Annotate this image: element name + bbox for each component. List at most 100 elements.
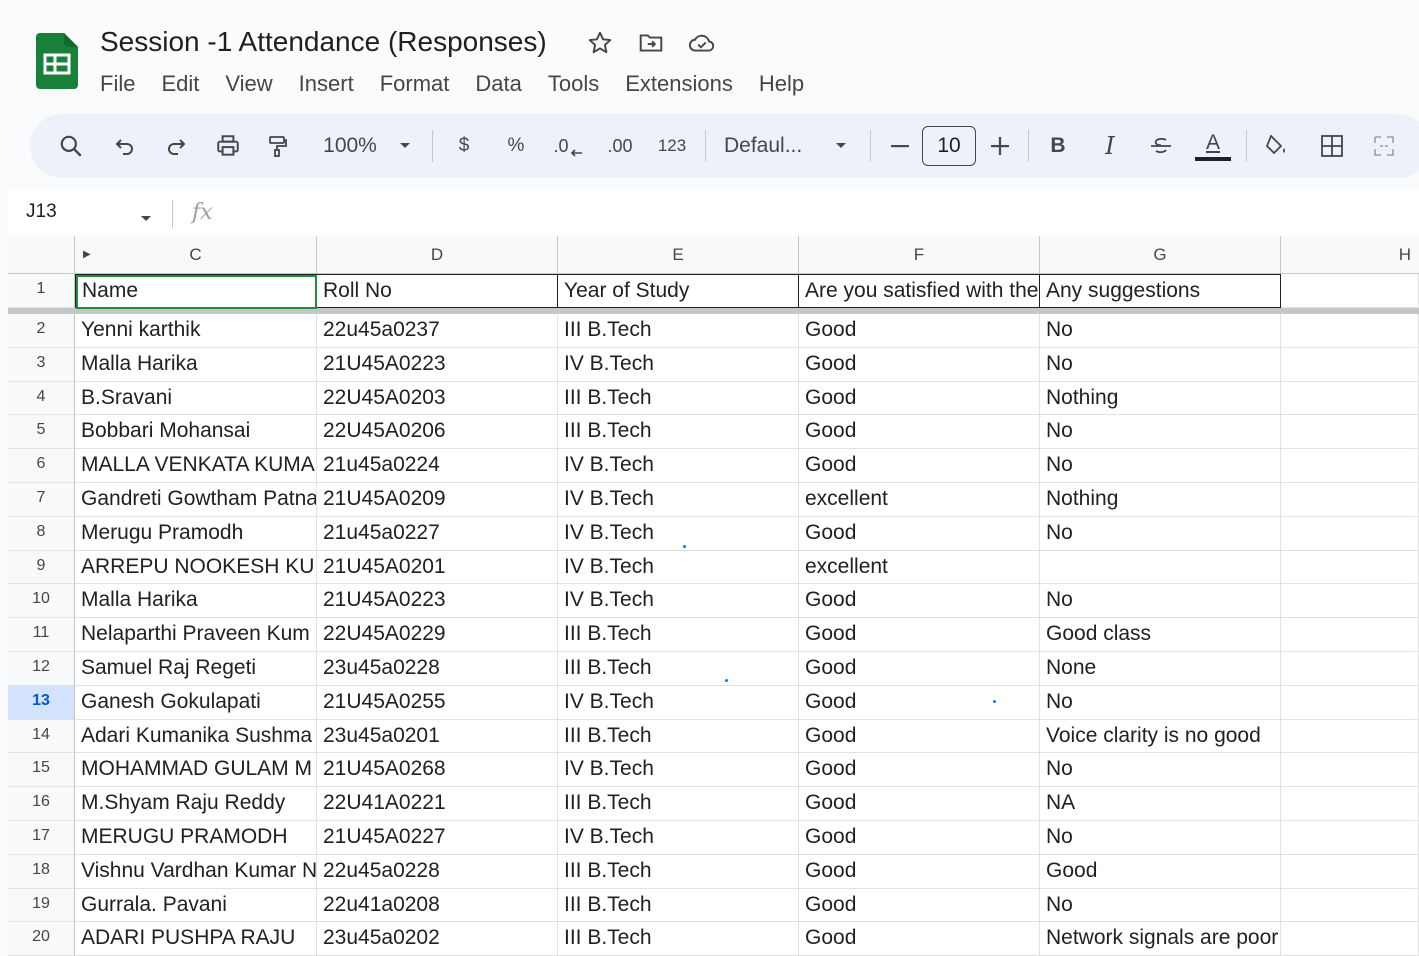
row-header[interactable]: 2 <box>8 314 75 348</box>
cell-f[interactable]: excellent <box>799 483 1040 517</box>
number-format-button[interactable]: 123 <box>652 114 692 178</box>
cell-f[interactable]: Good <box>799 516 1040 551</box>
strikethrough-icon[interactable] <box>1146 114 1176 178</box>
menu-edit[interactable]: Edit <box>161 70 199 98</box>
cell-d[interactable]: 21U45A0255 <box>317 685 558 720</box>
cell-c[interactable]: ARREPU NOOKESH KU <box>75 550 317 585</box>
cell-d[interactable]: 21U45A0209 <box>317 483 558 517</box>
cell-e[interactable]: III B.Tech <box>558 787 799 821</box>
font-family-select[interactable]: Defaul... <box>724 114 824 178</box>
cell-h[interactable] <box>1281 550 1419 585</box>
cell-g[interactable]: No <box>1040 584 1281 619</box>
cell-h[interactable] <box>1281 584 1419 619</box>
menu-file[interactable]: File <box>100 70 135 98</box>
cell-h[interactable] <box>1281 618 1419 652</box>
star-icon[interactable] <box>587 30 613 56</box>
move-folder-icon[interactable] <box>638 30 664 56</box>
cell-h[interactable] <box>1281 449 1419 483</box>
cell-d[interactable]: 23u45a0201 <box>317 719 558 754</box>
header-cell-f[interactable]: Are you satisfied with the <box>799 274 1040 308</box>
cell-e[interactable]: IV B.Tech <box>558 753 799 788</box>
print-icon[interactable] <box>211 114 245 178</box>
cell-e[interactable]: IV B.Tech <box>558 516 799 551</box>
menu-view[interactable]: View <box>225 70 272 98</box>
italic-button[interactable]: I <box>1096 114 1124 178</box>
cell-g[interactable]: No <box>1040 449 1281 483</box>
cell-g[interactable]: Voice clarity is no good <box>1040 719 1281 754</box>
cell-g[interactable]: Nothing <box>1040 483 1281 517</box>
cell-f[interactable]: Good <box>799 381 1040 416</box>
cell-c[interactable]: Yenni karthik <box>75 314 317 348</box>
row-header[interactable]: 18 <box>8 854 75 889</box>
row-header[interactable]: 7 <box>8 483 75 517</box>
cell-e[interactable]: III B.Tech <box>558 314 799 348</box>
header-cell-g[interactable]: Any suggestions <box>1040 274 1281 308</box>
cell-h[interactable] <box>1281 347 1419 382</box>
cell-e[interactable]: III B.Tech <box>558 415 799 450</box>
cell-c[interactable]: Merugu Pramodh <box>75 516 317 551</box>
menu-extensions[interactable]: Extensions <box>625 70 733 98</box>
cell-c[interactable]: Samuel Raj Regeti <box>75 652 317 686</box>
cell-d[interactable]: 22U45A0203 <box>317 381 558 416</box>
cell-h[interactable] <box>1281 483 1419 517</box>
zoom-dropdown-icon[interactable] <box>394 114 416 178</box>
document-title[interactable]: Session -1 Attendance (Responses) <box>100 26 547 58</box>
cell-g[interactable]: No <box>1040 753 1281 788</box>
cell-g[interactable] <box>1040 550 1281 585</box>
cell-f[interactable]: excellent <box>799 550 1040 585</box>
cell-c[interactable]: Malla Harika <box>75 584 317 619</box>
row-header[interactable]: 13 <box>8 685 75 720</box>
row-header[interactable]: 8 <box>8 516 75 551</box>
row-header[interactable]: 20 <box>8 922 75 956</box>
header-cell-e[interactable]: Year of Study <box>558 274 799 308</box>
cell-e[interactable]: IV B.Tech <box>558 550 799 585</box>
cell-g[interactable]: No <box>1040 516 1281 551</box>
row-header[interactable]: 1 <box>8 274 75 308</box>
increase-font-size-icon[interactable] <box>986 114 1014 178</box>
row-header[interactable]: 19 <box>8 888 75 923</box>
row-header[interactable]: 17 <box>8 821 75 855</box>
cell-e[interactable]: IV B.Tech <box>558 347 799 382</box>
cell-e[interactable]: IV B.Tech <box>558 449 799 483</box>
cell-h[interactable] <box>1281 888 1419 923</box>
formula-input[interactable] <box>230 196 1410 230</box>
cell-d[interactable]: 21U45A0201 <box>317 550 558 585</box>
cell-f[interactable]: Good <box>799 753 1040 788</box>
cell-c[interactable]: MALLA VENKATA KUMA <box>75 449 317 483</box>
cell-f[interactable]: Good <box>799 415 1040 450</box>
cell-f[interactable]: Good <box>799 787 1040 821</box>
search-menus-icon[interactable] <box>54 114 88 178</box>
menu-help[interactable]: Help <box>759 70 804 98</box>
cell-g[interactable]: Good class <box>1040 618 1281 652</box>
cell-f[interactable]: Good <box>799 922 1040 956</box>
cloud-saved-icon[interactable] <box>688 30 715 56</box>
cell-g[interactable]: Network signals are poor <box>1040 922 1281 956</box>
bold-button[interactable]: B <box>1044 114 1072 178</box>
row-header[interactable]: 6 <box>8 449 75 483</box>
cell-h[interactable] <box>1281 516 1419 551</box>
cell-f[interactable]: Good <box>799 821 1040 855</box>
cell-c[interactable]: Bobbari Mohansai <box>75 415 317 450</box>
cell-e[interactable]: III B.Tech <box>558 888 799 923</box>
sheets-logo-icon[interactable] <box>36 33 78 89</box>
cell-d[interactable]: 21u45a0227 <box>317 516 558 551</box>
cell-d[interactable]: 21U45A0223 <box>317 347 558 382</box>
text-color-button[interactable]: A <box>1194 114 1232 178</box>
cell-d[interactable]: 21U45A0223 <box>317 584 558 619</box>
cell-c[interactable]: B.Sravani <box>75 381 317 416</box>
cell-g[interactable]: NA <box>1040 787 1281 821</box>
cell-e[interactable]: IV B.Tech <box>558 685 799 720</box>
cell-d[interactable]: 23u45a0202 <box>317 922 558 956</box>
borders-icon[interactable] <box>1316 114 1348 178</box>
cell-c[interactable]: Adari Kumanika Sushma <box>75 719 317 754</box>
cell-f[interactable]: Good <box>799 652 1040 686</box>
cell-c[interactable]: Malla Harika <box>75 347 317 382</box>
cell-d[interactable]: 22u41a0208 <box>317 888 558 923</box>
cell-g[interactable]: No <box>1040 685 1281 720</box>
row-header[interactable]: 15 <box>8 753 75 788</box>
redo-icon[interactable] <box>159 114 193 178</box>
column-header-e[interactable]: E <box>558 236 799 274</box>
column-header-g[interactable]: G <box>1040 236 1281 274</box>
expand-columns-icon[interactable]: ▶ <box>83 236 91 274</box>
row-header[interactable]: 12 <box>8 652 75 686</box>
